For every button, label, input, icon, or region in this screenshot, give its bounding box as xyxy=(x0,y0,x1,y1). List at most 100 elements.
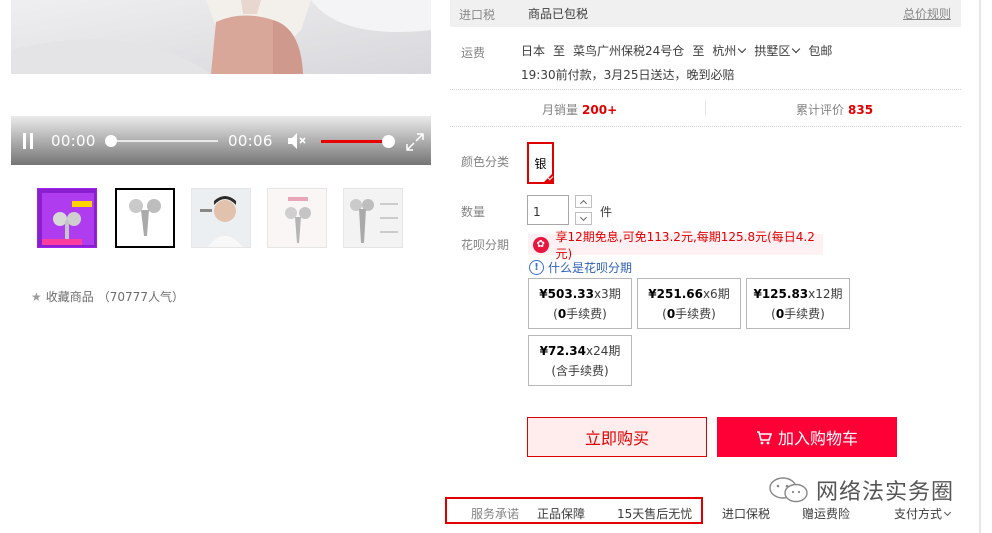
plan-term: x12期 xyxy=(808,287,843,301)
city-select[interactable]: 杭州 xyxy=(712,42,748,59)
installment-plan-12[interactable]: ¥125.83x12期 (0手续费) xyxy=(746,278,850,329)
plan-term: x24期 xyxy=(585,344,621,358)
plan-price: ¥125.83 xyxy=(753,287,809,301)
chevron-down-icon xyxy=(738,44,747,54)
genuine-guarantee[interactable]: 正品保障 xyxy=(537,505,585,522)
what-is-huabei-link[interactable]: ! 什么是花呗分期 xyxy=(529,259,632,276)
free-shipping: 包邮 xyxy=(808,44,833,58)
reviews-label: 累计评价 xyxy=(796,103,845,117)
chevron-down-icon xyxy=(579,213,588,222)
import-tax-label: 进口税 xyxy=(459,8,496,22)
duration-time: 00:06 xyxy=(228,132,273,150)
monthly-sales: 月销量 200+ xyxy=(542,101,617,118)
monthly-sales-value: 200+ xyxy=(582,103,618,117)
plan-price: ¥251.66 xyxy=(648,287,703,301)
volume-slider[interactable] xyxy=(321,135,395,148)
thumbnail-1[interactable] xyxy=(37,188,97,248)
pause-icon[interactable] xyxy=(23,133,35,149)
plan-fee-zero: 0 xyxy=(557,307,567,321)
plan-fee-text: 手续费) xyxy=(566,307,607,321)
video-progress-bar[interactable] xyxy=(105,135,218,147)
monthly-sales-label: 月销量 xyxy=(542,103,579,117)
total-reviews[interactable]: 累计评价 835 xyxy=(796,101,873,118)
reviews-value: 835 xyxy=(848,103,874,117)
plan-price: ¥503.33 xyxy=(539,287,594,301)
district-select[interactable]: 拱墅区 xyxy=(754,42,802,59)
quantity-input[interactable]: 1 xyxy=(527,195,569,225)
service-promise-label: 服务承诺 xyxy=(471,507,520,521)
cart-icon xyxy=(756,430,772,444)
import-tax-value: 商品已包税 xyxy=(528,7,589,21)
bonded-import[interactable]: 进口保税 xyxy=(722,505,770,522)
plan-fee-text: 含手续费) xyxy=(556,364,609,378)
quantity-increase-button[interactable] xyxy=(575,195,592,208)
ship-from: 日本 xyxy=(521,44,546,58)
after-sales-guarantee[interactable]: 15天售后无忧 xyxy=(617,505,692,522)
ship-to-word: 至 xyxy=(553,44,566,58)
buy-now-button[interactable]: 立即购买 xyxy=(527,417,707,457)
thumbnail-3-image xyxy=(192,189,250,247)
add-to-cart-label: 加入购物车 xyxy=(777,429,858,448)
sku-option-label: 银 xyxy=(534,156,547,171)
info-icon: ! xyxy=(529,260,544,275)
stats-divider xyxy=(705,100,706,116)
ship-warehouse: 菜鸟广州保税24号仓 xyxy=(573,44,685,58)
district-value: 拱墅区 xyxy=(754,44,791,58)
import-tax-row: 进口税 商品已包税 总价规则 xyxy=(450,0,961,27)
thumbnail-2[interactable] xyxy=(115,188,175,248)
video-controls: 00:00 00:06 xyxy=(11,116,431,165)
ship-to-word-2: 至 xyxy=(692,44,705,58)
wechat-icon xyxy=(769,477,808,503)
installment-plan-24[interactable]: ¥72.34x24期 (含手续费) xyxy=(528,335,632,386)
plan-price: ¥72.34 xyxy=(539,344,586,358)
thumbnail-2-image xyxy=(117,190,173,246)
huabei-label: 花呗分期 xyxy=(461,238,510,252)
quantity-decrease-button[interactable] xyxy=(575,212,592,225)
favorite-product[interactable]: ★ 收藏商品 （70777人气） xyxy=(31,288,184,305)
progress-knob[interactable] xyxy=(105,135,117,147)
watermark-text: 网络法实务圈 xyxy=(816,480,955,505)
sku-option-silver[interactable]: 银 xyxy=(527,142,554,184)
current-time: 00:00 xyxy=(51,132,96,150)
shipping-insurance[interactable]: 赠运费险 xyxy=(802,505,850,522)
huabei-icon: ✿ xyxy=(533,236,549,253)
plan-term: x6期 xyxy=(702,287,730,301)
mute-icon[interactable] xyxy=(287,132,307,150)
plan-fee-text: 手续费) xyxy=(675,307,716,321)
add-to-cart-button[interactable]: 加入购物车 xyxy=(717,417,897,457)
plan-term: x3期 xyxy=(593,287,621,301)
chevron-up-icon xyxy=(579,199,588,208)
shipping-route: 日本 至 菜鸟广州保税24号仓 至 杭州 拱墅区 包邮 xyxy=(521,42,840,59)
delivery-promise: 19:30前付款，3月25日送达，晚到必赔 xyxy=(521,68,735,82)
color-label: 颜色分类 xyxy=(461,155,510,169)
chevron-down-icon xyxy=(943,508,952,516)
favorite-count: （70777人气） xyxy=(97,290,184,304)
buy-now-label: 立即购买 xyxy=(584,429,649,448)
watermark: 网络法实务圈 xyxy=(768,474,954,506)
quantity-unit: 件 xyxy=(600,205,613,219)
thumbnail-5[interactable] xyxy=(343,188,403,248)
installment-plan-3[interactable]: ¥503.33x3期 (0手续费) xyxy=(528,278,632,329)
plan-fee-zero: 0 xyxy=(666,307,676,321)
sales-stats: 月销量 200+ 累计评价 835 xyxy=(450,89,961,127)
fullscreen-icon[interactable] xyxy=(405,132,425,152)
scrollbar[interactable] xyxy=(979,0,981,533)
plan-fee-text: 手续费) xyxy=(784,307,825,321)
thumbnail-3[interactable] xyxy=(191,188,251,248)
installment-plan-6[interactable]: ¥251.66x6期 (0手续费) xyxy=(637,278,741,329)
thumbnail-4-image xyxy=(268,189,326,247)
volume-knob[interactable] xyxy=(382,135,395,148)
city-value: 杭州 xyxy=(712,44,737,58)
thumbnail-5-image xyxy=(344,189,402,247)
total-price-rules-link[interactable]: 总价规则 xyxy=(903,5,951,22)
shipping-label: 运费 xyxy=(461,46,486,60)
chevron-down-icon xyxy=(792,44,801,54)
plan-fee-zero: 0 xyxy=(775,307,785,321)
huabei-promo-banner: ✿ 享12期免息,可免113.2元,每期125.8元(每日4.2元) xyxy=(528,230,823,261)
video-frame-image xyxy=(11,0,431,74)
thumbnail-4[interactable] xyxy=(267,188,327,248)
payment-methods-label: 支付方式 xyxy=(894,507,943,521)
favorite-label: 收藏商品 xyxy=(45,290,94,304)
payment-methods-dropdown[interactable]: 支付方式 xyxy=(894,505,953,522)
quantity-label: 数量 xyxy=(461,205,486,219)
